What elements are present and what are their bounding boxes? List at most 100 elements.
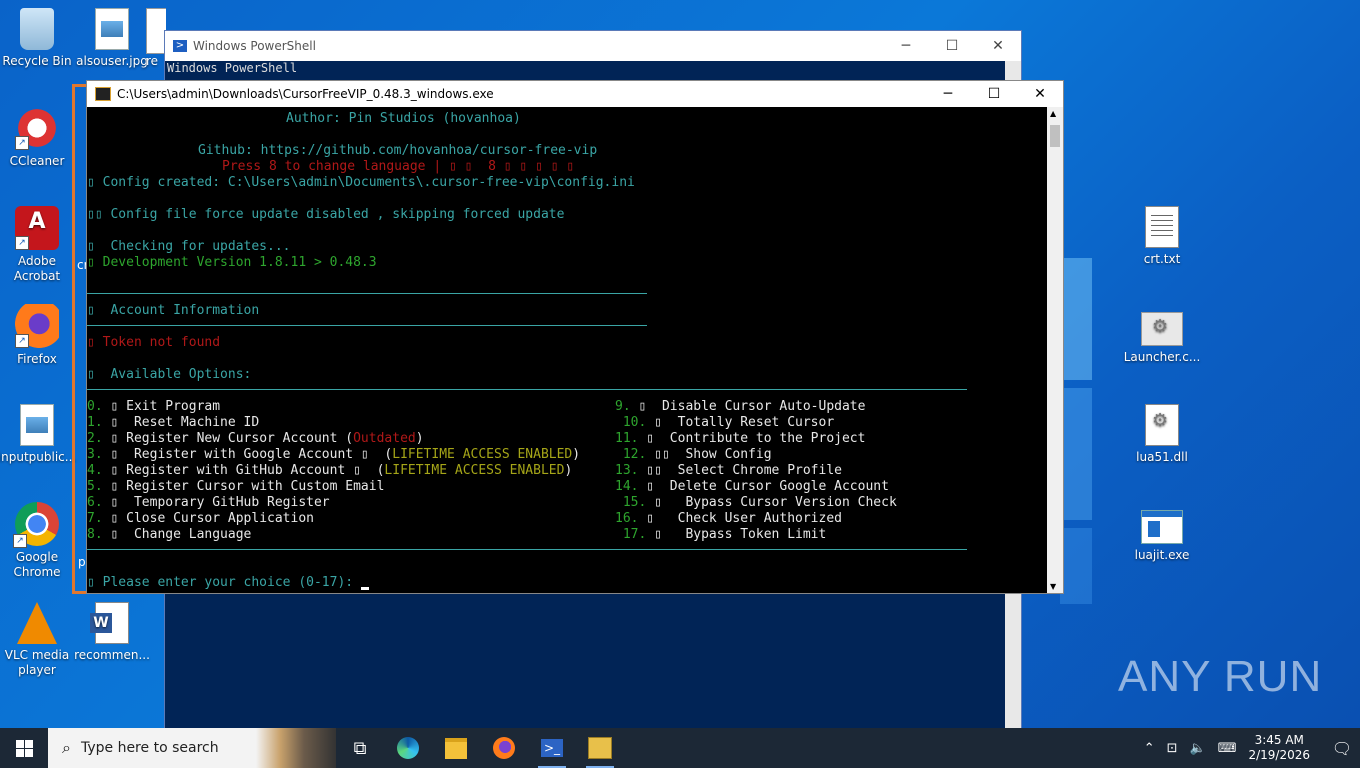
maximize-button[interactable]: ☐ — [929, 38, 975, 54]
desktop-icon-crt-txt[interactable]: crt.txt — [1122, 206, 1202, 267]
option-number: 13. — [615, 463, 639, 478]
desktop-light-beam — [1060, 258, 1092, 380]
powershell-icon: > — [173, 40, 187, 52]
option-number: 4. — [87, 463, 103, 478]
option-label: ▯ Delete Cursor Google Account — [638, 479, 889, 494]
force-update-line: ▯▯ Config file force update disabled , s… — [87, 207, 565, 222]
recycle-bin-icon — [20, 8, 54, 50]
powershell-line: Windows PowerShell — [167, 61, 298, 75]
option-number: 17. — [615, 527, 647, 542]
option-number: 14. — [615, 479, 639, 494]
start-button[interactable] — [0, 728, 48, 768]
powershell-titlebar[interactable]: > Windows PowerShell ─ ☐ ✕ — [165, 31, 1021, 61]
minimize-button[interactable]: ─ — [883, 38, 929, 54]
firefox-icon — [493, 737, 515, 759]
taskbar-firefox[interactable] — [480, 728, 528, 768]
notification-button[interactable]: 🗨 — [1324, 728, 1360, 768]
firefox-icon: ↗ — [15, 304, 59, 348]
acrobat-icon: ↗ — [15, 206, 59, 250]
anyrun-watermark: ANY RUN — [1118, 652, 1323, 701]
console-titlebar[interactable]: C:\Users\admin\Downloads\CursorFreeVIP_0… — [87, 81, 1063, 107]
menu-option: 0. ▯ Exit Program — [87, 399, 220, 415]
desktop-icon-ccleaner[interactable]: ↗ CCleaner — [0, 106, 77, 169]
search-highlight-image — [256, 728, 336, 768]
close-button[interactable]: ✕ — [1017, 86, 1063, 102]
option-number: 2. — [87, 431, 103, 446]
option-label: ▯ Reset Machine ID — [102, 415, 260, 430]
close-button[interactable]: ✕ — [975, 38, 1021, 54]
available-options-heading: ▯ Available Options: — [87, 367, 252, 382]
input-method-icon[interactable]: ⌨ — [1218, 741, 1237, 756]
console-output[interactable]: Author: Pin Studios (hovanhoa) Github: h… — [87, 107, 1047, 593]
taskbar-cursor-free-vip[interactable] — [576, 728, 624, 768]
choice-prompt[interactable]: ▯ Please enter your choice (0-17): — [87, 575, 369, 591]
desktop-icon-google-chrome[interactable]: ↗ Google Chrome — [0, 502, 77, 580]
maximize-button[interactable]: ☐ — [971, 86, 1017, 102]
volume-icon[interactable]: 🔈 — [1190, 741, 1206, 756]
desktop-icon-firefox[interactable]: ↗ Firefox — [0, 304, 77, 367]
shortcut-arrow-icon: ↗ — [15, 236, 29, 250]
taskbar-search-box[interactable]: ⌕ Type here to search — [48, 728, 336, 768]
clock[interactable]: 3:45 AM 2/19/2026 — [1248, 733, 1310, 763]
option-number: 9. — [615, 399, 631, 414]
desktop-light-beam — [1060, 528, 1092, 604]
desktop-icon-alsouser[interactable]: alsouser.jpg — [72, 8, 152, 69]
taskbar-file-explorer[interactable] — [432, 728, 480, 768]
desktop-icon-inputpublic[interactable]: inputpublic... — [0, 404, 77, 465]
search-icon: ⌕ — [62, 738, 71, 757]
desktop-icon-adobe-acrobat[interactable]: ↗ Adobe Acrobat — [0, 206, 77, 284]
taskbar-powershell[interactable]: >_ — [528, 728, 576, 768]
option-number: 10. — [615, 415, 647, 430]
scroll-down-icon[interactable]: ▼ — [1050, 582, 1056, 591]
option-label: ▯ Bypass Cursor Version Check — [646, 495, 897, 510]
minimize-button[interactable]: ─ — [925, 86, 971, 102]
network-icon[interactable]: ⊡ — [1167, 741, 1178, 756]
task-view-icon: ⧉ — [353, 737, 367, 759]
powershell-console[interactable]: Windows PowerShell — [165, 61, 1021, 75]
console-scrollbar[interactable]: ▲ ▼ — [1047, 107, 1063, 593]
github-line: Github: https://github.com/hovanhoa/curs… — [198, 143, 598, 158]
option-number: 12. — [615, 447, 647, 462]
desktop-icon-recommen[interactable]: W recommen... — [72, 602, 152, 663]
account-info-heading: ▯ Account Information — [87, 303, 260, 318]
desktop-icon-lua51-dll[interactable]: ⚙ lua51.dll — [1122, 404, 1202, 465]
checking-updates-line: ▯ Checking for updates... — [87, 239, 291, 254]
search-placeholder: Type here to search — [80, 740, 219, 756]
divider — [87, 549, 967, 550]
option-number: 15. — [615, 495, 647, 510]
desktop-icon-partial[interactable]: re — [146, 8, 166, 69]
vlc-icon — [17, 602, 57, 644]
menu-option: 12. ▯▯ Show Config — [615, 447, 772, 463]
option-label: ▯ Temporary GitHub Register — [102, 495, 330, 510]
desktop-icon-vlc[interactable]: VLC media player — [0, 602, 77, 678]
scrollbar-thumb[interactable] — [1050, 125, 1060, 147]
option-label: ▯ Register with Google Account ▯ ( — [102, 447, 393, 462]
cursor-free-vip-console-window[interactable]: C:\Users\admin\Downloads\CursorFreeVIP_0… — [86, 80, 1064, 594]
chevron-up-icon[interactable]: ⌃ — [1144, 741, 1155, 756]
scroll-up-icon[interactable]: ▲ — [1050, 109, 1056, 118]
menu-option: 14. ▯ Delete Cursor Google Account — [615, 479, 889, 495]
console-app-icon — [95, 87, 111, 101]
desktop-icon-launcher[interactable]: ⚙ Launcher.c... — [1122, 304, 1202, 365]
ccleaner-icon: ↗ — [15, 106, 59, 150]
menu-option: 15. ▯ Bypass Cursor Version Check — [615, 495, 897, 511]
menu-option: 9. ▯ Disable Cursor Auto-Update — [615, 399, 865, 415]
option-label: ▯ Contribute to the Project — [638, 431, 866, 446]
powershell-title: Windows PowerShell — [193, 39, 316, 53]
desktop-icon-luajit-exe[interactable]: luajit.exe — [1122, 502, 1202, 563]
author-line: Author: Pin Studios (hovanhoa) — [286, 111, 521, 126]
menu-option: 11. ▯ Contribute to the Project — [615, 431, 865, 447]
option-number: 0. — [87, 399, 103, 414]
desktop-light-beam — [1060, 388, 1092, 520]
task-view-button[interactable]: ⧉ — [336, 728, 384, 768]
menu-option: 5. ▯ Register Cursor with Custom Email — [87, 479, 384, 495]
divider — [87, 293, 647, 294]
image-file-icon — [20, 404, 54, 446]
notification-icon: 🗨 — [1331, 738, 1353, 758]
word-document-icon: W — [90, 602, 129, 644]
chrome-icon: ↗ — [13, 502, 59, 548]
desktop-icon-recycle-bin[interactable]: Recycle Bin — [0, 8, 77, 69]
taskbar-edge[interactable] — [384, 728, 432, 768]
menu-option: 4. ▯ Register with GitHub Account ▯ (LIF… — [87, 463, 572, 479]
option-number: 3. — [87, 447, 103, 462]
